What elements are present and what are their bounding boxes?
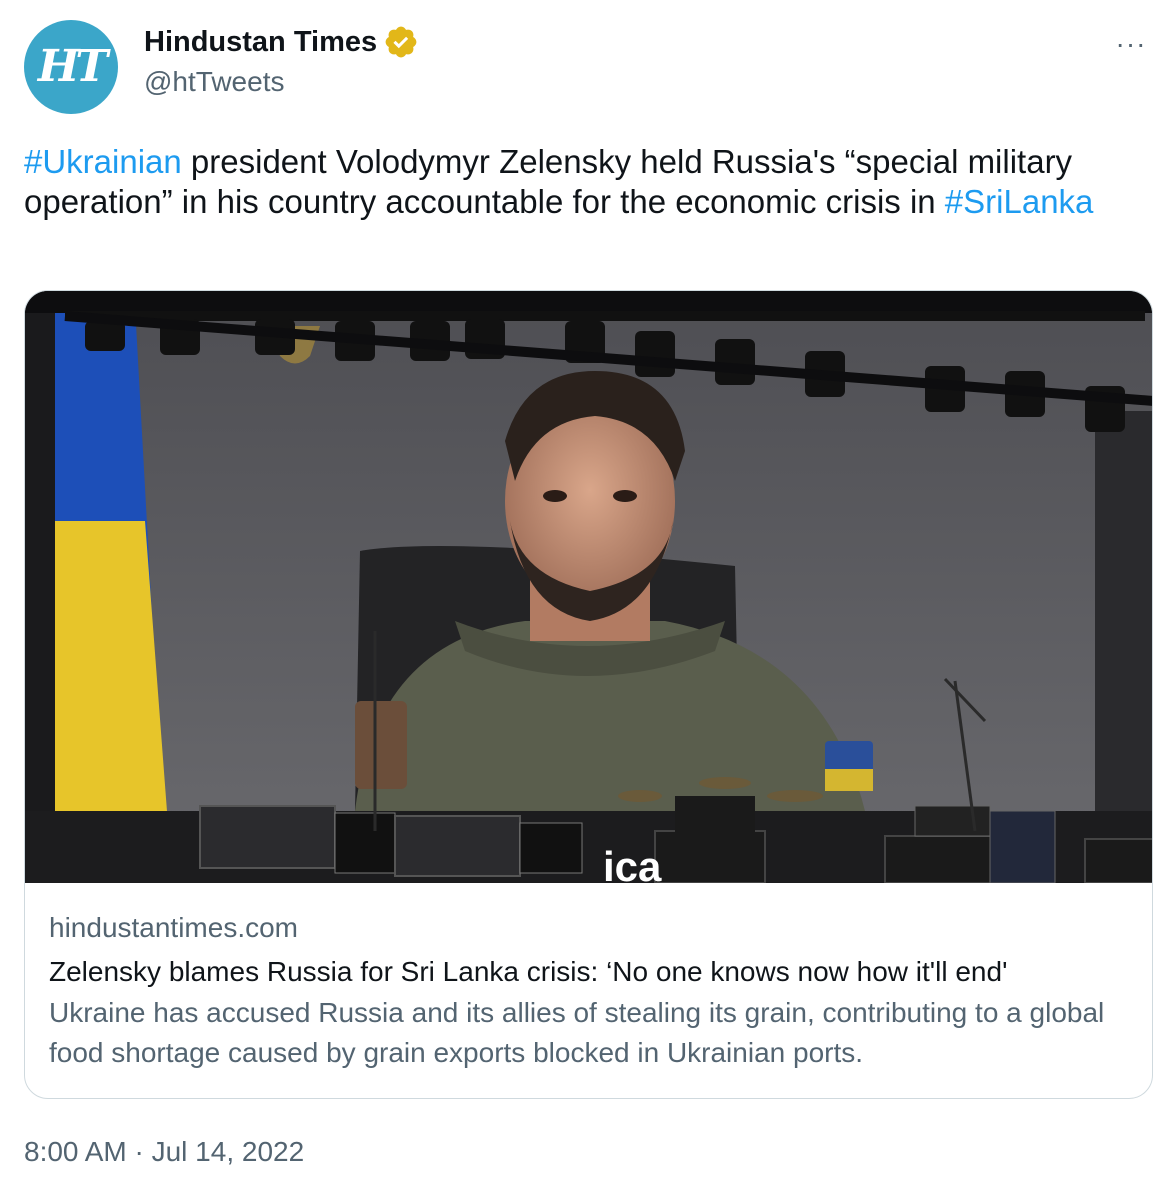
more-options-icon: ··· [1115, 28, 1147, 59]
hashtag-srilanka[interactable]: #SriLanka [945, 183, 1094, 220]
author-handle[interactable]: @htTweets [144, 66, 284, 98]
tweet-body-text: president Volodymyr Zelensky held Russia… [24, 143, 1073, 220]
author-name-row[interactable]: Hindustan Times [144, 24, 419, 60]
author-avatar[interactable]: HT [24, 20, 118, 114]
verified-badge-icon [385, 26, 417, 58]
card-title: Zelensky blames Russia for Sri Lanka cri… [49, 956, 1008, 987]
screen-overlay-text: ica [603, 843, 662, 883]
tweet: HT Hindustan Times @htTweets ··· #Ukrain… [0, 0, 1175, 1192]
card-description: Ukraine has accused Russia and its allie… [49, 997, 1105, 1068]
card-meta: hindustantimes.com Zelensky blames Russi… [49, 911, 1129, 1073]
tweet-text: #Ukrainian president Volodymyr Zelensky … [24, 142, 1154, 222]
avatar-logo-text: HT [37, 41, 108, 92]
more-options-button[interactable]: ··· [1111, 24, 1151, 64]
tweet-timestamp[interactable]: 8:00 AM · Jul 14, 2022 [24, 1136, 304, 1168]
hashtag-ukrainian[interactable]: #Ukrainian [24, 143, 182, 180]
card-domain: hindustantimes.com [49, 912, 299, 943]
author-name[interactable]: Hindustan Times [144, 26, 377, 59]
card-image[interactable]: ica [25, 291, 1153, 883]
link-preview-card[interactable]: ica hindustantimes.com Zelensky blames R… [24, 290, 1153, 1099]
